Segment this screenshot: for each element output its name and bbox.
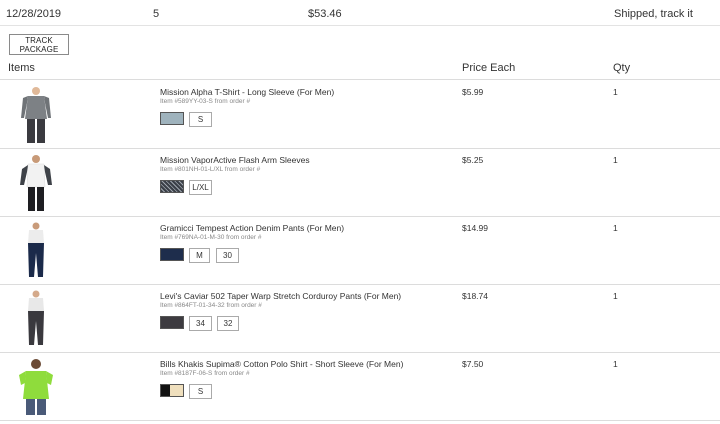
color-swatch <box>160 248 184 261</box>
product-item-number: Item #769NA-01-M-30 from order # <box>160 234 262 241</box>
column-header-price: Price Each <box>462 62 516 74</box>
order-summary-row: 12/28/2019 5 $53.46 Shipped, track it <box>0 0 720 26</box>
size-option: S <box>189 112 212 127</box>
item-price: $5.25 <box>462 155 484 165</box>
product-item-number: Item #8187F-06-S from order # <box>160 370 250 377</box>
length-option: 32 <box>217 316 239 331</box>
product-image-corduroy-pants[interactable] <box>14 289 58 349</box>
item-qty: 1 <box>613 87 618 97</box>
product-image-long-sleeve-tshirt[interactable] <box>14 85 58 145</box>
order-date: 12/28/2019 <box>6 8 62 20</box>
column-header-items: Items <box>8 62 35 74</box>
product-image-arm-sleeves[interactable] <box>14 153 58 213</box>
item-qty: 1 <box>613 291 618 301</box>
column-header-qty: Qty <box>613 62 631 74</box>
item-price: $5.99 <box>462 87 484 97</box>
product-name[interactable]: Levi's Caviar 502 Taper Warp Stretch Cor… <box>160 291 401 301</box>
size-option: M <box>189 248 210 263</box>
order-status-link[interactable]: Shipped, track it <box>614 8 693 20</box>
size-option: S <box>189 384 212 399</box>
product-image-polo-shirt[interactable] <box>14 357 58 417</box>
color-swatch <box>160 384 184 397</box>
order-item-count: 5 <box>153 8 160 20</box>
product-name[interactable]: Bills Khakis Supima® Cotton Polo Shirt -… <box>160 359 403 369</box>
item-price: $18.74 <box>462 291 488 301</box>
items-table-header: Items Price Each Qty <box>0 58 720 80</box>
item-qty: 1 <box>613 359 618 369</box>
color-swatch <box>160 112 184 125</box>
length-option: 30 <box>216 248 239 263</box>
item-row: Mission Alpha T-Shirt - Long Sleeve (For… <box>0 81 720 149</box>
item-row: Bills Khakis Supima® Cotton Polo Shirt -… <box>0 353 720 421</box>
product-item-number: Item #864FT-01-34-32 from order # <box>160 302 262 309</box>
track-package-button[interactable]: TRACK PACKAGE <box>9 34 69 55</box>
item-row: Gramicci Tempest Action Denim Pants (For… <box>0 217 720 285</box>
product-item-number: Item #589YY-03-S from order # <box>160 98 251 105</box>
color-swatch <box>160 316 184 329</box>
product-name[interactable]: Mission VaporActive Flash Arm Sleeves <box>160 155 310 165</box>
product-name[interactable]: Gramicci Tempest Action Denim Pants (For… <box>160 223 344 233</box>
item-price: $7.50 <box>462 359 484 369</box>
order-total: $53.46 <box>308 8 342 20</box>
item-price: $14.99 <box>462 223 488 233</box>
item-qty: 1 <box>613 155 618 165</box>
product-image-denim-pants[interactable] <box>14 221 58 281</box>
item-row: Levi's Caviar 502 Taper Warp Stretch Cor… <box>0 285 720 353</box>
item-qty: 1 <box>613 223 618 233</box>
size-option: L/XL <box>189 180 212 195</box>
color-swatch <box>160 180 184 193</box>
product-item-number: Item #801NH-01-L/XL from order # <box>160 166 261 173</box>
waist-option: 34 <box>189 316 212 331</box>
product-name[interactable]: Mission Alpha T-Shirt - Long Sleeve (For… <box>160 87 334 97</box>
item-row: Mission VaporActive Flash Arm Sleeves It… <box>0 149 720 217</box>
